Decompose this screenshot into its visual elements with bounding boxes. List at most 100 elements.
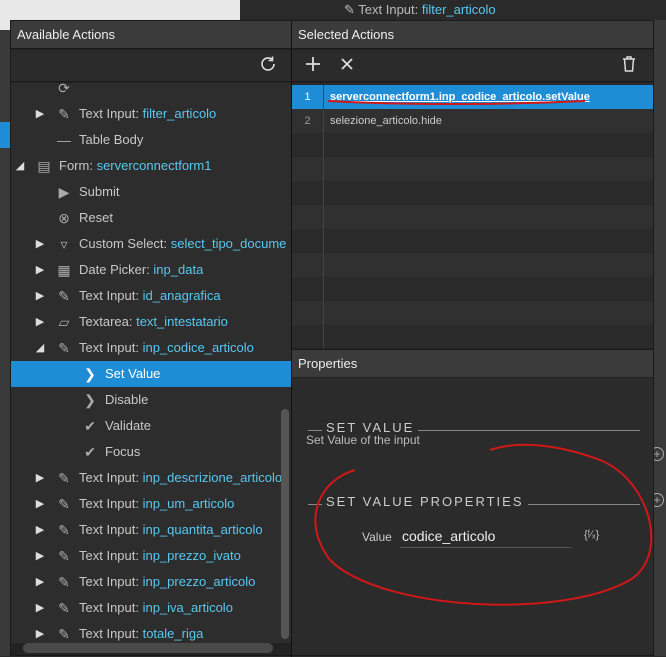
tree-item-label: Reset bbox=[79, 210, 113, 225]
pencil-icon: ✎ bbox=[58, 288, 70, 304]
selected-actions-header: Selected Actions bbox=[292, 21, 653, 49]
expand-arrow-icon[interactable]: ▶ bbox=[35, 465, 45, 491]
action-number bbox=[292, 253, 324, 277]
tree-item-label: Text Input: filter_articolo bbox=[79, 106, 217, 121]
form-icon: ▤ bbox=[37, 158, 51, 174]
expand-arrow-icon[interactable]: ▶ bbox=[35, 595, 45, 621]
play-icon: ▶ bbox=[58, 184, 70, 200]
selected-actions-toolbar bbox=[292, 50, 653, 82]
dash-icon: — bbox=[57, 132, 71, 148]
action-number bbox=[292, 157, 324, 181]
empty-row bbox=[292, 229, 653, 253]
pencil-icon: ✎ bbox=[58, 600, 70, 616]
expand-arrow-icon[interactable]: ▶ bbox=[35, 621, 45, 643]
tree-item[interactable]: ▶ ✎ Text Input: inp_iva_articolo bbox=[11, 595, 291, 621]
tree-item-label: Text Input: inp_prezzo_ivato bbox=[79, 548, 241, 563]
tree-item-label: Set Value bbox=[105, 366, 161, 381]
calendar-icon: ▦ bbox=[57, 262, 71, 278]
update-icon: ⟳ bbox=[58, 83, 70, 96]
pencil-icon: ✎ bbox=[58, 574, 70, 590]
tree-item-label: Validate bbox=[105, 418, 152, 433]
tree-item[interactable]: ❯ Set Value bbox=[11, 361, 291, 387]
tree-item[interactable]: ✔ Validate bbox=[11, 413, 291, 439]
action-number bbox=[292, 277, 324, 301]
tree-item-label: Submit bbox=[79, 184, 120, 199]
value-label: Value bbox=[362, 530, 392, 544]
tree-item[interactable]: ◢ ▤ Form: serverconnectform1 bbox=[11, 153, 291, 179]
pencil-icon: ✎ bbox=[58, 522, 70, 538]
tree-item[interactable]: ✔ Focus bbox=[11, 439, 291, 465]
pencil-icon: ✎ bbox=[58, 340, 70, 356]
tree-item[interactable]: ▶ ✎ Text Input: inp_quantita_articolo bbox=[11, 517, 291, 543]
empty-row bbox=[292, 253, 653, 277]
chevron-right-icon: ❯ bbox=[84, 392, 96, 408]
pencil-icon: ✎ bbox=[58, 470, 70, 486]
action-row[interactable]: 1 serverconnectform1.inp_codice_articolo.… bbox=[292, 85, 653, 109]
tree-item[interactable]: ⟳ bbox=[11, 83, 291, 101]
properties-header: Properties bbox=[292, 349, 653, 377]
tree-item-label: Disable bbox=[105, 392, 149, 407]
expand-arrow-icon[interactable]: ▶ bbox=[35, 309, 45, 335]
trash-icon[interactable] bbox=[618, 55, 640, 77]
tree-item[interactable]: ▶ ✎ Text Input: id_anagrafica bbox=[11, 283, 291, 309]
tree-item[interactable]: ▶ ▿ Custom Select: select_tipo_docume bbox=[11, 231, 291, 257]
tree-item-label: Textarea: text_intestatario bbox=[79, 314, 228, 329]
expand-arrow-icon[interactable]: ▶ bbox=[35, 491, 45, 517]
tree-vertical-scrollbar[interactable] bbox=[281, 409, 289, 639]
close-icon[interactable] bbox=[336, 55, 358, 77]
tree-item[interactable]: ▶ Submit bbox=[11, 179, 291, 205]
value-input[interactable]: codice_articolo bbox=[400, 526, 572, 548]
expand-arrow-icon[interactable]: ▶ bbox=[35, 257, 45, 283]
chevron-right-icon: ❯ bbox=[84, 366, 96, 382]
tree-item[interactable]: ⊗ Reset bbox=[11, 205, 291, 231]
expand-arrow-icon[interactable]: ▶ bbox=[35, 543, 45, 569]
pencil-icon: ✎ bbox=[58, 548, 70, 564]
expand-arrow-icon[interactable]: ▶ bbox=[35, 283, 45, 309]
tree-item[interactable]: ▶ ▦ Date Picker: inp_data bbox=[11, 257, 291, 283]
tree-item[interactable]: — Table Body bbox=[11, 127, 291, 153]
tree-item-label: Text Input: inp_descrizione_articolo bbox=[79, 470, 283, 485]
action-number bbox=[292, 325, 324, 349]
tree-item[interactable]: ◢ ✎ Text Input: inp_codice_articolo bbox=[11, 335, 291, 361]
empty-row bbox=[292, 205, 653, 229]
action-text: selezione_articolo.hide bbox=[330, 115, 442, 127]
empty-row bbox=[292, 181, 653, 205]
tree-item-label: Text Input: totale_riga bbox=[79, 626, 204, 641]
expand-arrow-icon[interactable]: ▶ bbox=[35, 231, 45, 257]
actions-dialog: Available Actions Selected Actions ⟳ ▶ ✎ Te… bbox=[10, 20, 654, 657]
tree-item[interactable]: ▶ ✎ Text Input: filter_articolo bbox=[11, 101, 291, 127]
expression-button[interactable]: {ᶠ⁄ₓ} bbox=[584, 529, 599, 541]
tree-item[interactable]: ▶ ✎ Text Input: inp_descrizione_articolo bbox=[11, 465, 291, 491]
collapse-arrow-icon[interactable]: ◢ bbox=[35, 335, 45, 361]
tree-item-label: Custom Select: select_tipo_docume bbox=[79, 236, 287, 251]
tree-item[interactable]: ▶ ▱ Textarea: text_intestatario bbox=[11, 309, 291, 335]
expand-arrow-icon[interactable]: ▶ bbox=[35, 101, 45, 127]
empty-row bbox=[292, 133, 653, 157]
set-value-properties-heading: SET VALUE PROPERTIES bbox=[308, 494, 640, 514]
action-number bbox=[292, 205, 324, 229]
properties-panel: SET VALUE Set Value of the input SET VAL… bbox=[292, 378, 653, 655]
check-icon: ✔ bbox=[84, 444, 96, 460]
action-number bbox=[292, 133, 324, 157]
tree-horizontal-scrollbar[interactable] bbox=[23, 643, 273, 653]
tree-item[interactable]: ▶ ✎ Text Input: inp_prezzo_articolo bbox=[11, 569, 291, 595]
tree-item[interactable]: ▶ ✎ Text Input: totale_riga bbox=[11, 621, 291, 643]
refresh-icon[interactable] bbox=[257, 55, 279, 77]
tree-item[interactable]: ▶ ✎ Text Input: inp_prezzo_ivato bbox=[11, 543, 291, 569]
tree-item-label: Text Input: inp_iva_articolo bbox=[79, 600, 233, 615]
expand-arrow-icon[interactable]: ▶ bbox=[35, 517, 45, 543]
background-right-strip: + + bbox=[650, 20, 666, 656]
expand-arrow-icon[interactable]: ▶ bbox=[35, 569, 45, 595]
tree-item-label: Text Input: id_anagrafica bbox=[79, 288, 221, 303]
action-number bbox=[292, 301, 324, 325]
tree-item-label: Date Picker: inp_data bbox=[79, 262, 204, 277]
plus-icon[interactable] bbox=[302, 55, 324, 77]
tree-item[interactable]: ❯ Disable bbox=[11, 387, 291, 413]
tree-item[interactable]: ▶ ✎ Text Input: inp_um_articolo bbox=[11, 491, 291, 517]
action-number bbox=[292, 229, 324, 253]
background-hint-bar: ✎ Text Input: filter_articolo bbox=[240, 0, 666, 20]
collapse-arrow-icon[interactable]: ◢ bbox=[15, 153, 25, 179]
textarea-icon: ▱ bbox=[58, 314, 70, 330]
action-row[interactable]: 2 selezione_articolo.hide bbox=[292, 109, 653, 133]
selected-actions-list: 1 serverconnectform1.inp_codice_articolo.… bbox=[292, 83, 653, 349]
